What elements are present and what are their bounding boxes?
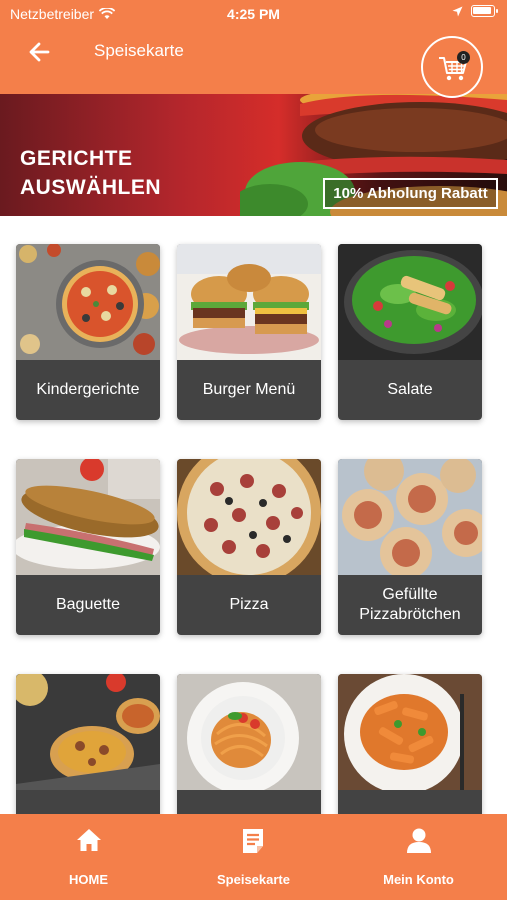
category-card-row3-2[interactable] [177,674,321,814]
nav-speisekarte-label: Speisekarte [217,872,290,887]
status-right-group [452,5,498,17]
baguette-image [16,459,160,575]
category-card-kindergerichte[interactable]: Kindergerichte [16,244,160,420]
category-card-pizza[interactable]: Pizza [177,459,321,635]
pizza-image [177,459,321,575]
back-button[interactable] [26,38,54,66]
banner-title-line1: GERICHTE [20,147,133,170]
category-label: Pizza [229,596,269,613]
status-bar: Netzbetreiber 4:25 PM [0,0,507,26]
status-time: 4:25 PM [227,6,280,22]
pizzabroetchen-image [338,459,482,575]
nav-speisekarte[interactable]: Speisekarte [169,814,338,900]
nav-mein-konto[interactable]: Mein Konto [334,814,503,900]
bottom-navigation: HOME Speisekarte Mein Konto [0,814,507,900]
kindergerichte-image [16,244,160,360]
nav-mein-konto-label: Mein Konto [383,872,454,887]
category-label: Kindergerichte [36,381,140,398]
nav-home-label: HOME [69,872,108,887]
banner-title-line2: AUSWÄHLEN [20,176,161,199]
category-label: Baguette [55,596,121,613]
category-label: Burger Menü [202,381,296,398]
category-card-baguette[interactable]: Baguette [16,459,160,635]
hero-banner: GERICHTE AUSWÄHLEN 10% Abholung Rabatt [0,94,507,216]
category-label: Salate [387,381,433,398]
mini-pizza-image [16,674,160,790]
discount-badge: 10% Abholung Rabatt [323,178,498,209]
category-card-burger-menue[interactable]: Burger Menü [177,244,321,420]
battery-icon [471,5,498,17]
user-icon [407,828,431,853]
location-arrow-icon [452,6,463,16]
spaghetti-image [177,674,321,790]
category-card-gefuellte-pizzabroetchen[interactable]: Gefüllte Pizzabrötchen [338,459,482,635]
category-card-salate[interactable]: Salate [338,244,482,420]
cart-button[interactable]: 0 [421,36,483,98]
banner-title: GERICHTE AUSWÄHLEN [20,144,161,202]
category-card-row3-1[interactable] [16,674,160,814]
category-label: Gefüllte Pizzabrötchen [359,586,461,623]
home-icon [77,829,101,851]
category-grid: Kindergerichte Burger Menü Salate Baguet… [0,216,507,814]
page-title: Speisekarte [94,41,184,60]
menu-list-icon [243,829,263,853]
nav-home[interactable]: HOME [4,814,173,900]
burger-image [177,244,321,360]
cart-count-badge: 0 [457,51,470,64]
back-arrow-icon [29,42,50,62]
category-card-row3-3[interactable] [338,674,482,814]
penne-image [338,674,482,790]
salad-image [338,244,482,360]
